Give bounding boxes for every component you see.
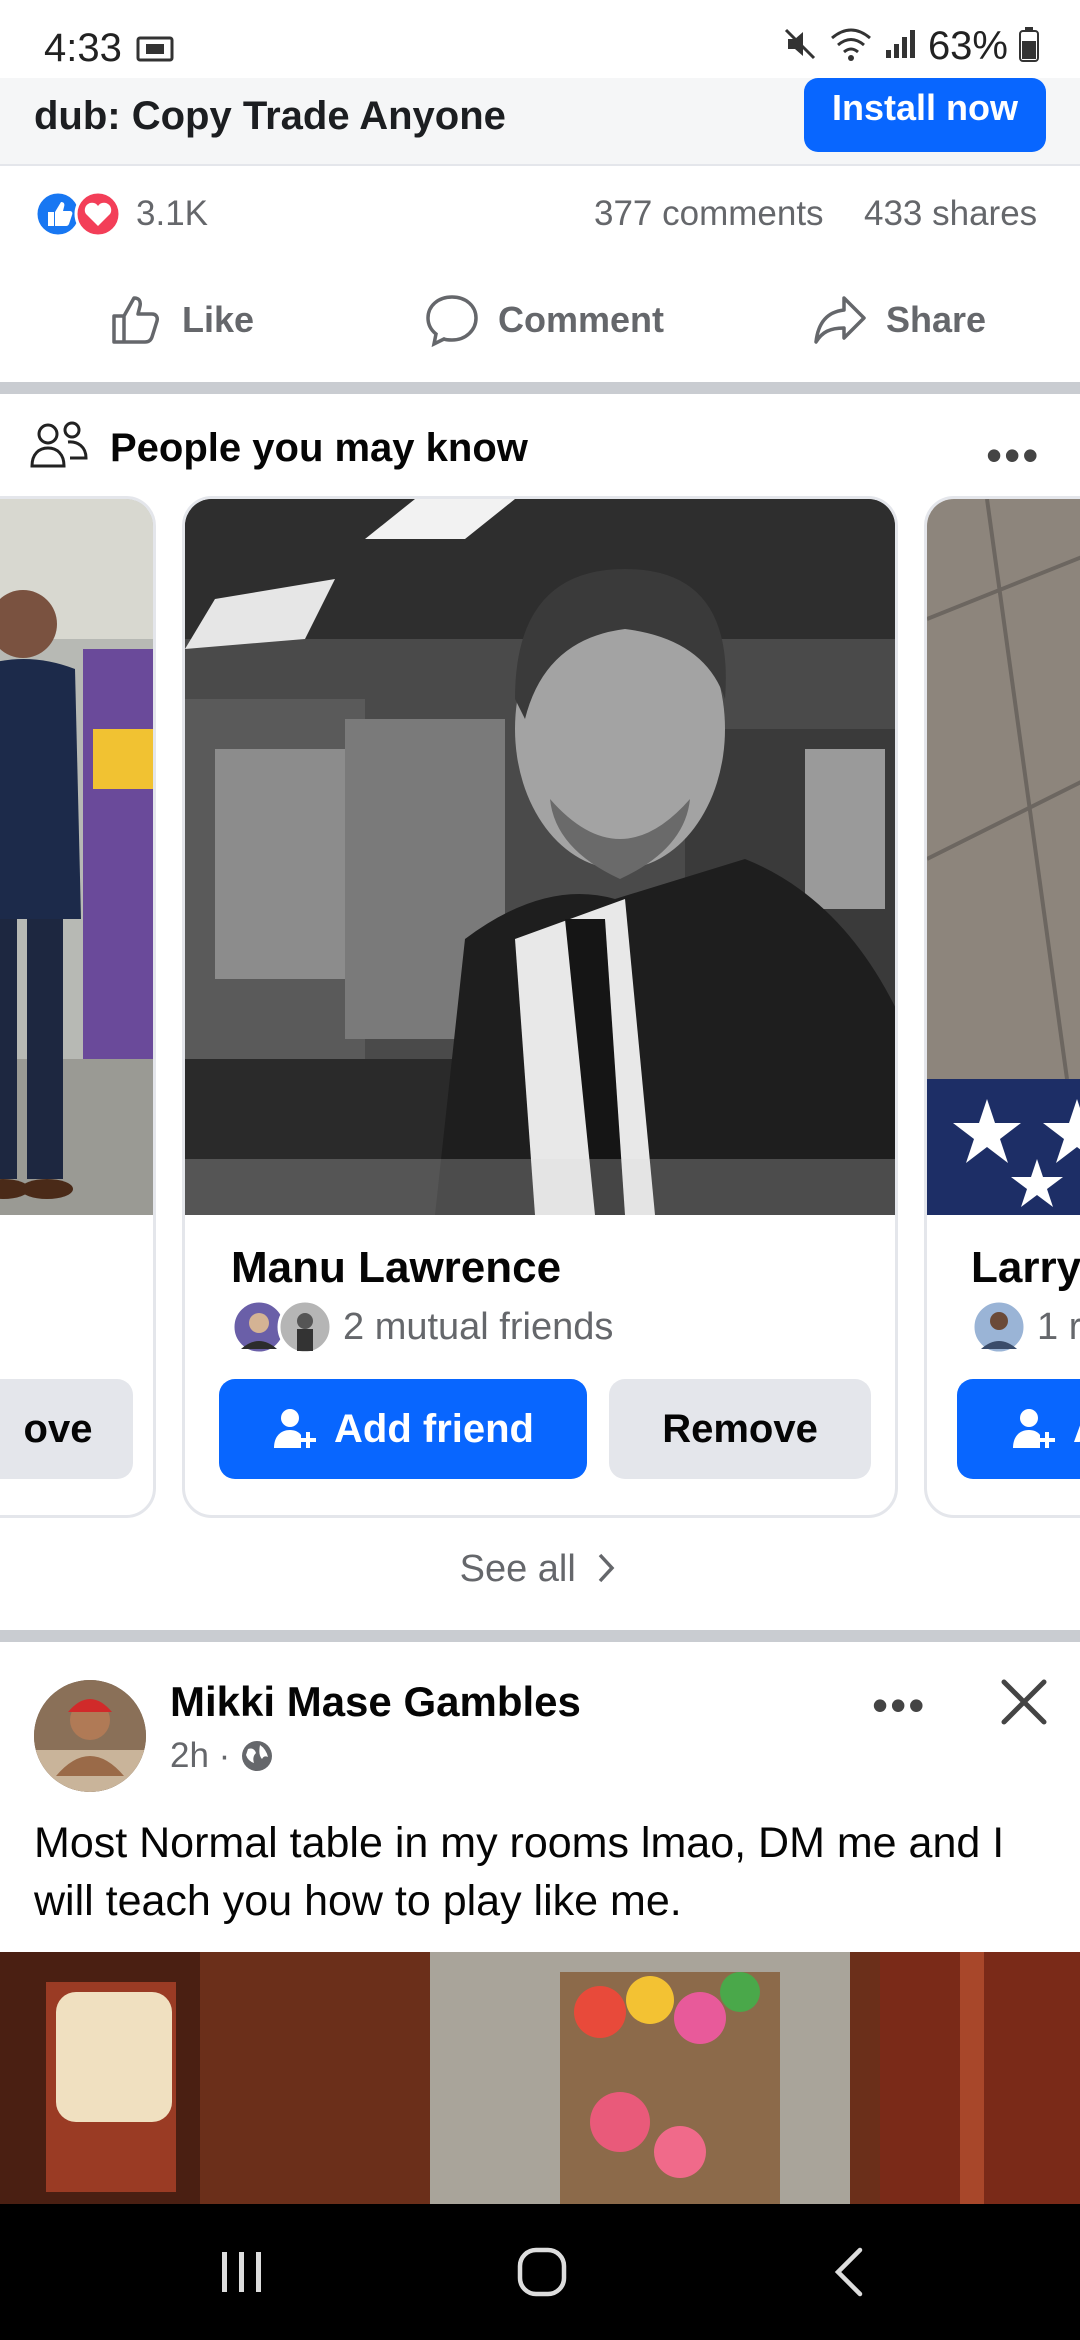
like-love-reactions-icon: [34, 190, 122, 238]
mutual-friends-text: 2 mutual friends: [343, 1305, 614, 1348]
add-friend-button[interactable]: A: [957, 1379, 1080, 1479]
status-time: 4:33: [44, 26, 122, 70]
post-time[interactable]: 2h ·: [170, 1736, 230, 1776]
pymk-card[interactable]: ove: [0, 496, 156, 1518]
profile-photo: [0, 499, 153, 1215]
share-button[interactable]: Share: [812, 288, 986, 352]
see-all-label: See all: [459, 1548, 576, 1590]
mutual-friends-text: 1 r: [1037, 1305, 1080, 1348]
reactions-summary[interactable]: 3.1K 377 comments 433 shares: [0, 170, 1080, 256]
sponsored-app-bar: dub: Copy Trade Anyone Install now: [0, 78, 1080, 166]
battery-icon: [1018, 26, 1040, 67]
like-button[interactable]: Like: [108, 288, 254, 352]
share-arrow-icon: [814, 296, 866, 344]
mutual-friends[interactable]: 1 r: [971, 1299, 1080, 1355]
add-friend-button[interactable]: Add friend: [219, 1379, 587, 1479]
add-person-icon: [1013, 1409, 1055, 1448]
add-person-icon: [274, 1409, 316, 1448]
post-action-bar: Like Comment Share: [0, 270, 1080, 370]
post-image[interactable]: [0, 1952, 1080, 2204]
status-bar: 4:33 63%: [0, 0, 1080, 78]
person-name[interactable]: Manu Lawrence: [231, 1243, 561, 1293]
globe-icon: [242, 1741, 273, 1771]
post-more-options-icon[interactable]: •••: [872, 1678, 926, 1732]
mutual-friend-avatars: [231, 1299, 333, 1355]
close-icon[interactable]: [996, 1674, 1052, 1735]
cast-icon: [136, 34, 176, 69]
battery-percent: 63%: [927, 24, 1008, 68]
feed-separator: [0, 1630, 1080, 1642]
profile-photo: [927, 499, 1080, 1215]
remove-button[interactable]: ove: [0, 1379, 133, 1479]
feed-separator: [0, 382, 1080, 394]
mutual-friends[interactable]: 2 mutual friends: [231, 1299, 613, 1355]
like-label: Like: [182, 299, 255, 340]
share-label: Share: [886, 299, 987, 340]
mute-icon: [782, 26, 818, 67]
system-nav-bar: [0, 2204, 1080, 2340]
post-meta: 2h ·: [170, 1736, 274, 1776]
pymk-card[interactable]: Larry 1 r A: [924, 496, 1080, 1518]
install-now-button[interactable]: Install now: [804, 78, 1046, 152]
add-friend-label: A: [1073, 1407, 1080, 1452]
pymk-card[interactable]: Manu Lawrence 2 mutual friends Add frien…: [182, 496, 898, 1518]
pymk-header: People you may know •••: [0, 400, 1080, 490]
comments-count[interactable]: 377 comments: [594, 194, 824, 234]
comment-bubble-icon: [426, 295, 478, 348]
ad-title: dub: Copy Trade Anyone: [34, 94, 506, 138]
pymk-title: People you may know: [110, 426, 528, 470]
mutual-friend-avatar: [971, 1299, 1027, 1355]
add-friend-label: Add friend: [334, 1406, 534, 1451]
reaction-count: 3.1K: [136, 194, 208, 233]
shares-count[interactable]: 433 shares: [864, 194, 1037, 234]
remove-button[interactable]: Remove: [609, 1379, 871, 1479]
profile-photo: [185, 499, 895, 1215]
wifi-6e-icon: [828, 26, 874, 67]
more-options-icon[interactable]: •••: [986, 428, 1040, 482]
author-avatar[interactable]: [34, 1680, 146, 1792]
people-icon: [30, 420, 90, 477]
chevron-right-icon: [599, 1553, 615, 1583]
comment-label: Comment: [498, 299, 665, 340]
signal-icon: [884, 28, 918, 65]
comment-button[interactable]: Comment: [424, 288, 664, 352]
see-all-link[interactable]: See all: [0, 1548, 1080, 1591]
thumbs-up-icon: [112, 296, 159, 344]
back-icon[interactable]: [826, 2244, 870, 2305]
status-icons: 63%: [782, 24, 1040, 69]
home-icon[interactable]: [514, 2244, 570, 2305]
person-name[interactable]: Larry: [971, 1243, 1080, 1293]
post-author-name[interactable]: Mikki Mase Gambles: [170, 1678, 581, 1726]
post-text: Most Normal table in my rooms lmao, DM m…: [34, 1819, 1005, 1925]
recent-apps-icon[interactable]: [216, 2244, 268, 2305]
